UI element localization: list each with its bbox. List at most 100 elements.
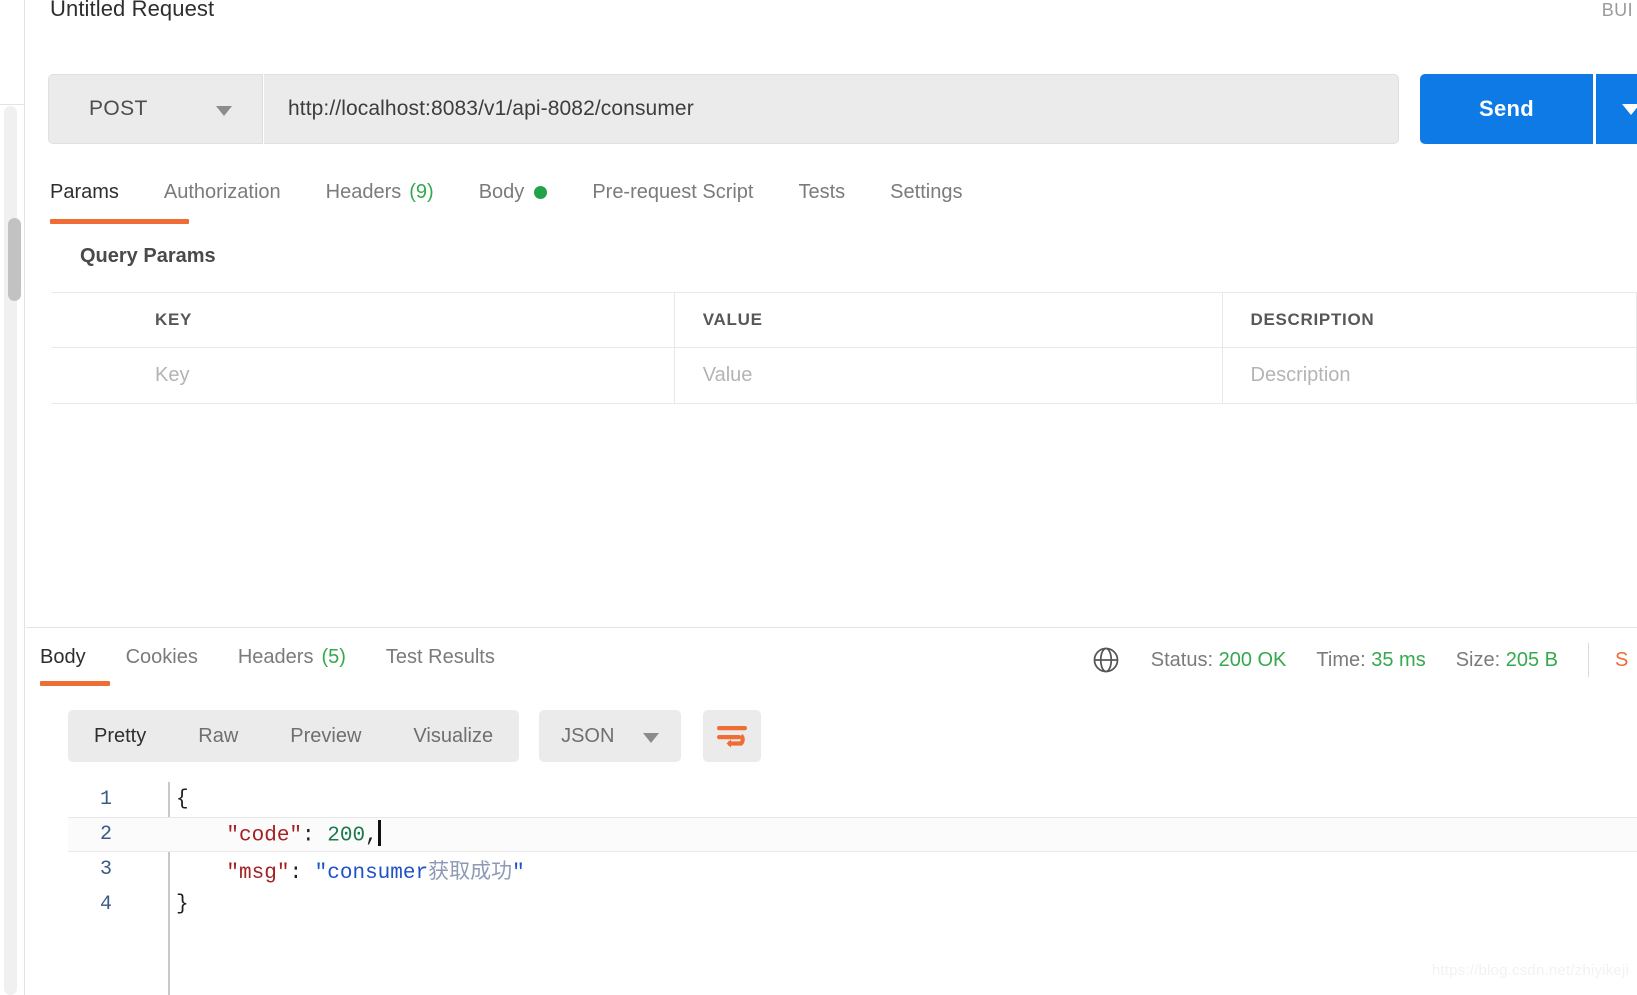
query-params-table: KEY VALUE DESCRIPTION Key Value Descript… <box>52 292 1637 404</box>
vertical-scrollbar-track[interactable] <box>4 106 21 995</box>
line-number: 3 <box>99 858 112 881</box>
tab-tests[interactable]: Tests <box>798 170 868 214</box>
main-panel: Untitled Request BUI POST http://localho… <box>26 0 1637 995</box>
response-tab-count: (5) <box>321 645 346 668</box>
time-label: Time: <box>1316 648 1366 671</box>
tab-label: Authorization <box>163 180 281 203</box>
page-title: Untitled Request <box>50 0 215 21</box>
tab-pre-request-script[interactable]: Pre-request Script <box>592 170 776 214</box>
tab-count: (9) <box>409 180 434 203</box>
code-line-text: { <box>140 788 189 811</box>
token-punc <box>176 862 226 885</box>
response-tab-label: Body <box>40 645 86 668</box>
token-brace: { <box>176 788 189 811</box>
tab-params[interactable]: Params <box>50 170 189 224</box>
token-punc <box>176 824 226 847</box>
send-button[interactable]: Send <box>1420 74 1593 144</box>
tab-body[interactable]: Body <box>479 170 571 214</box>
token-key: "code" <box>226 824 303 848</box>
code-line-text: } <box>140 893 189 916</box>
size-badge: Size: 205 B <box>1456 649 1558 672</box>
code-line: 1{ <box>68 782 1637 817</box>
response-tab-label: Test Results <box>385 645 495 668</box>
time-badge: Time: 35 ms <box>1316 649 1425 672</box>
response-status-bar: Status: 200 OK Time: 35 ms Size: 205 B S <box>1091 640 1637 680</box>
code-line: 4} <box>68 887 1637 922</box>
response-tab-test-results[interactable]: Test Results <box>386 636 495 678</box>
http-method-select[interactable]: POST <box>48 74 263 144</box>
response-separator <box>26 627 1637 628</box>
active-tab-underline <box>50 219 189 224</box>
http-method-label: POST <box>89 97 148 120</box>
token-cn: 获取成功 <box>428 861 513 885</box>
token-punc: , <box>365 824 378 848</box>
view-preview[interactable]: Preview <box>264 710 387 762</box>
send-options-button[interactable] <box>1596 74 1637 144</box>
token-str: " <box>512 861 525 885</box>
request-tabs: Params Authorization Headers (9) Body Pre-req… <box>26 170 1637 226</box>
tab-label: Body <box>478 180 525 203</box>
response-tabs: Body Cookies Headers (5) Test Results <box>40 636 535 686</box>
send-button-label: Send <box>1479 96 1534 121</box>
response-format-toolbar: Pretty Raw Preview Visualize JSON <box>68 710 762 762</box>
globe-icon <box>1093 647 1119 673</box>
body-present-dot-icon <box>534 185 548 199</box>
status-label: Status: <box>1150 648 1214 671</box>
postman-request-screen: Untitled Request BUI POST http://localho… <box>0 0 1637 995</box>
code-line-text: "code": 200, <box>140 819 381 848</box>
value-input[interactable]: Value <box>675 364 753 387</box>
select-all-checkbox-cell[interactable] <box>52 293 127 347</box>
wrap-text-icon <box>717 726 748 748</box>
tab-label: Headers <box>325 180 402 203</box>
response-tab-label: Headers <box>237 645 314 668</box>
wrap-text-button[interactable] <box>703 710 762 762</box>
time-value: 35 ms <box>1371 648 1426 671</box>
save-response-button[interactable]: S <box>1615 649 1637 672</box>
line-number: 4 <box>99 893 112 916</box>
response-tab-body[interactable]: Body <box>40 636 110 686</box>
view-visualize[interactable]: Visualize <box>387 710 519 762</box>
chevron-down-icon <box>216 106 232 116</box>
chevron-down-icon <box>643 733 660 743</box>
chevron-down-icon <box>1622 103 1637 115</box>
view-raw[interactable]: Raw <box>172 710 264 762</box>
column-header-key: KEY <box>155 310 193 329</box>
column-header-value: VALUE <box>702 310 763 329</box>
tab-authorization[interactable]: Authorization <box>164 170 304 214</box>
tab-label: Settings <box>890 180 963 203</box>
table-row[interactable]: Key Value Description <box>52 348 1637 404</box>
line-number: 2 <box>99 823 112 846</box>
response-tab-label: Cookies <box>125 645 198 668</box>
tab-label: Pre-request Script <box>592 180 754 203</box>
vertical-scrollbar-thumb[interactable] <box>8 218 21 301</box>
token-num: 200 <box>327 824 366 848</box>
url-input[interactable]: http://localhost:8083/v1/api-8082/consum… <box>264 74 1399 144</box>
tab-headers[interactable]: Headers (9) <box>326 170 457 214</box>
query-params-title: Query Params <box>80 245 216 267</box>
token-punc: : <box>289 861 315 885</box>
token-str: "consumer <box>314 861 429 885</box>
column-header-description: DESCRIPTION <box>1250 310 1375 329</box>
row-checkbox-cell[interactable] <box>52 348 127 403</box>
size-value: 205 B <box>1505 648 1558 671</box>
description-input[interactable]: Description <box>1223 364 1351 387</box>
watermark: https://blog.csdn.net/zhiyikeji <box>1431 962 1629 979</box>
key-input[interactable]: Key <box>127 364 189 387</box>
tab-settings[interactable]: Settings <box>890 170 985 214</box>
response-format-select[interactable]: JSON <box>539 710 682 762</box>
response-tab-cookies[interactable]: Cookies <box>126 636 198 678</box>
build-label: BUI <box>1601 0 1633 20</box>
code-line: 3 "msg": "consumer获取成功" <box>68 852 1637 887</box>
view-pretty[interactable]: Pretty <box>68 710 172 762</box>
token-brace: } <box>176 893 189 916</box>
url-input-value: http://localhost:8083/v1/api-8082/consum… <box>288 97 694 120</box>
active-tab-underline <box>40 681 110 686</box>
response-body-viewer[interactable]: 1{2 "code": 200, 3 "msg": "consumer获取成功" 4… <box>68 782 1637 995</box>
code-line-text: "msg": "consumer获取成功" <box>140 855 525 885</box>
status-badge: Status: 200 OK <box>1151 649 1287 672</box>
left-rail <box>0 0 25 995</box>
rail-divider <box>0 104 25 105</box>
token-key: "msg" <box>226 861 290 885</box>
size-label: Size: <box>1455 648 1501 671</box>
response-tab-headers[interactable]: Headers (5) <box>238 636 346 678</box>
